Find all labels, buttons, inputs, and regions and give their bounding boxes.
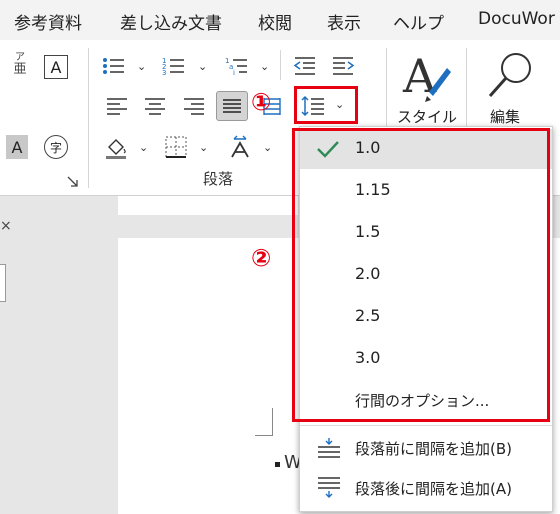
menu-bar: 参考資料 差し込み文書 校閲 表示 ヘルプ DocuWor	[0, 0, 560, 40]
option-label: 段落後に間隔を追加(A)	[355, 480, 512, 498]
menu-view[interactable]: 表示	[327, 9, 361, 34]
margin-marker	[272, 408, 273, 436]
phonetic-bottom: 亜	[13, 62, 27, 77]
search-icon	[488, 53, 531, 97]
space-before-icon	[318, 438, 340, 458]
decrease-indent-icon[interactable]	[292, 54, 318, 78]
menu-references[interactable]: 参考資料	[14, 9, 82, 34]
bullet-marker	[275, 462, 280, 467]
margin-marker	[255, 435, 273, 436]
bullets-icon[interactable]	[101, 54, 127, 78]
add-space-before-paragraph[interactable]: 段落前に間隔を追加(B)	[300, 429, 552, 469]
styles-label: スタイル	[397, 108, 458, 126]
character-shading-button[interactable]: A	[6, 135, 28, 159]
align-center-icon[interactable]	[142, 94, 168, 118]
add-space-after-paragraph[interactable]: 段落後に間隔を追加(A)	[300, 469, 552, 509]
svg-text:i: i	[233, 69, 235, 76]
justify-icon	[223, 99, 241, 113]
asian-layout-icon[interactable]	[226, 132, 254, 162]
previous-page-bottom	[118, 196, 298, 215]
svg-text:3: 3	[162, 69, 166, 76]
navigation-pane-edge	[0, 264, 6, 302]
phonetic-guide-button[interactable]: ア 亜	[10, 52, 30, 86]
menu-divider	[300, 425, 552, 426]
menu-docuworks[interactable]: DocuWor	[478, 9, 555, 29]
menu-help[interactable]: ヘルプ	[393, 9, 444, 34]
chevron-down-icon[interactable]: ⌄	[263, 141, 272, 154]
step-marker-1: ①	[251, 88, 272, 116]
multilevel-list-icon[interactable]: 1ai	[224, 54, 250, 78]
menu-mailings[interactable]: 差し込み文書	[120, 9, 222, 34]
chevron-down-icon[interactable]: ⌄	[137, 60, 146, 73]
close-icon[interactable]: ×	[0, 218, 12, 234]
separator	[280, 50, 281, 80]
edit-button[interactable]: 編集	[480, 50, 540, 134]
highlight-box-line-spacing-button	[294, 86, 358, 124]
borders-icon[interactable]	[163, 134, 189, 160]
paragraph-group-label: 段落	[203, 170, 234, 188]
edit-label: 編集	[490, 108, 521, 126]
enclose-characters-button[interactable]: 字	[44, 135, 68, 159]
paragraph-dialog-launcher-icon[interactable]	[67, 172, 78, 183]
group-separator	[88, 48, 89, 188]
option-label: 段落前に間隔を追加(B)	[355, 440, 512, 458]
styles-button[interactable]: A スタイル	[393, 50, 457, 134]
step-marker-2: ②	[251, 244, 272, 272]
align-right-icon[interactable]	[181, 94, 207, 118]
menu-review[interactable]: 校閲	[258, 9, 292, 34]
chevron-down-icon[interactable]: ⌄	[198, 60, 207, 73]
chevron-down-icon[interactable]: ⌄	[139, 141, 148, 154]
character-border-button[interactable]: A	[44, 55, 68, 79]
chevron-down-icon[interactable]: ⌄	[260, 60, 269, 73]
numbering-icon[interactable]: 123	[161, 54, 187, 78]
increase-indent-icon[interactable]	[330, 54, 356, 78]
shading-icon[interactable]	[103, 134, 129, 160]
chevron-down-icon[interactable]: ⌄	[199, 141, 208, 154]
align-left-icon[interactable]	[104, 94, 130, 118]
space-after-icon	[318, 477, 340, 498]
justify-button[interactable]	[216, 91, 248, 121]
styles-icon: A	[402, 50, 451, 102]
highlight-box-spacing-options	[292, 128, 550, 422]
